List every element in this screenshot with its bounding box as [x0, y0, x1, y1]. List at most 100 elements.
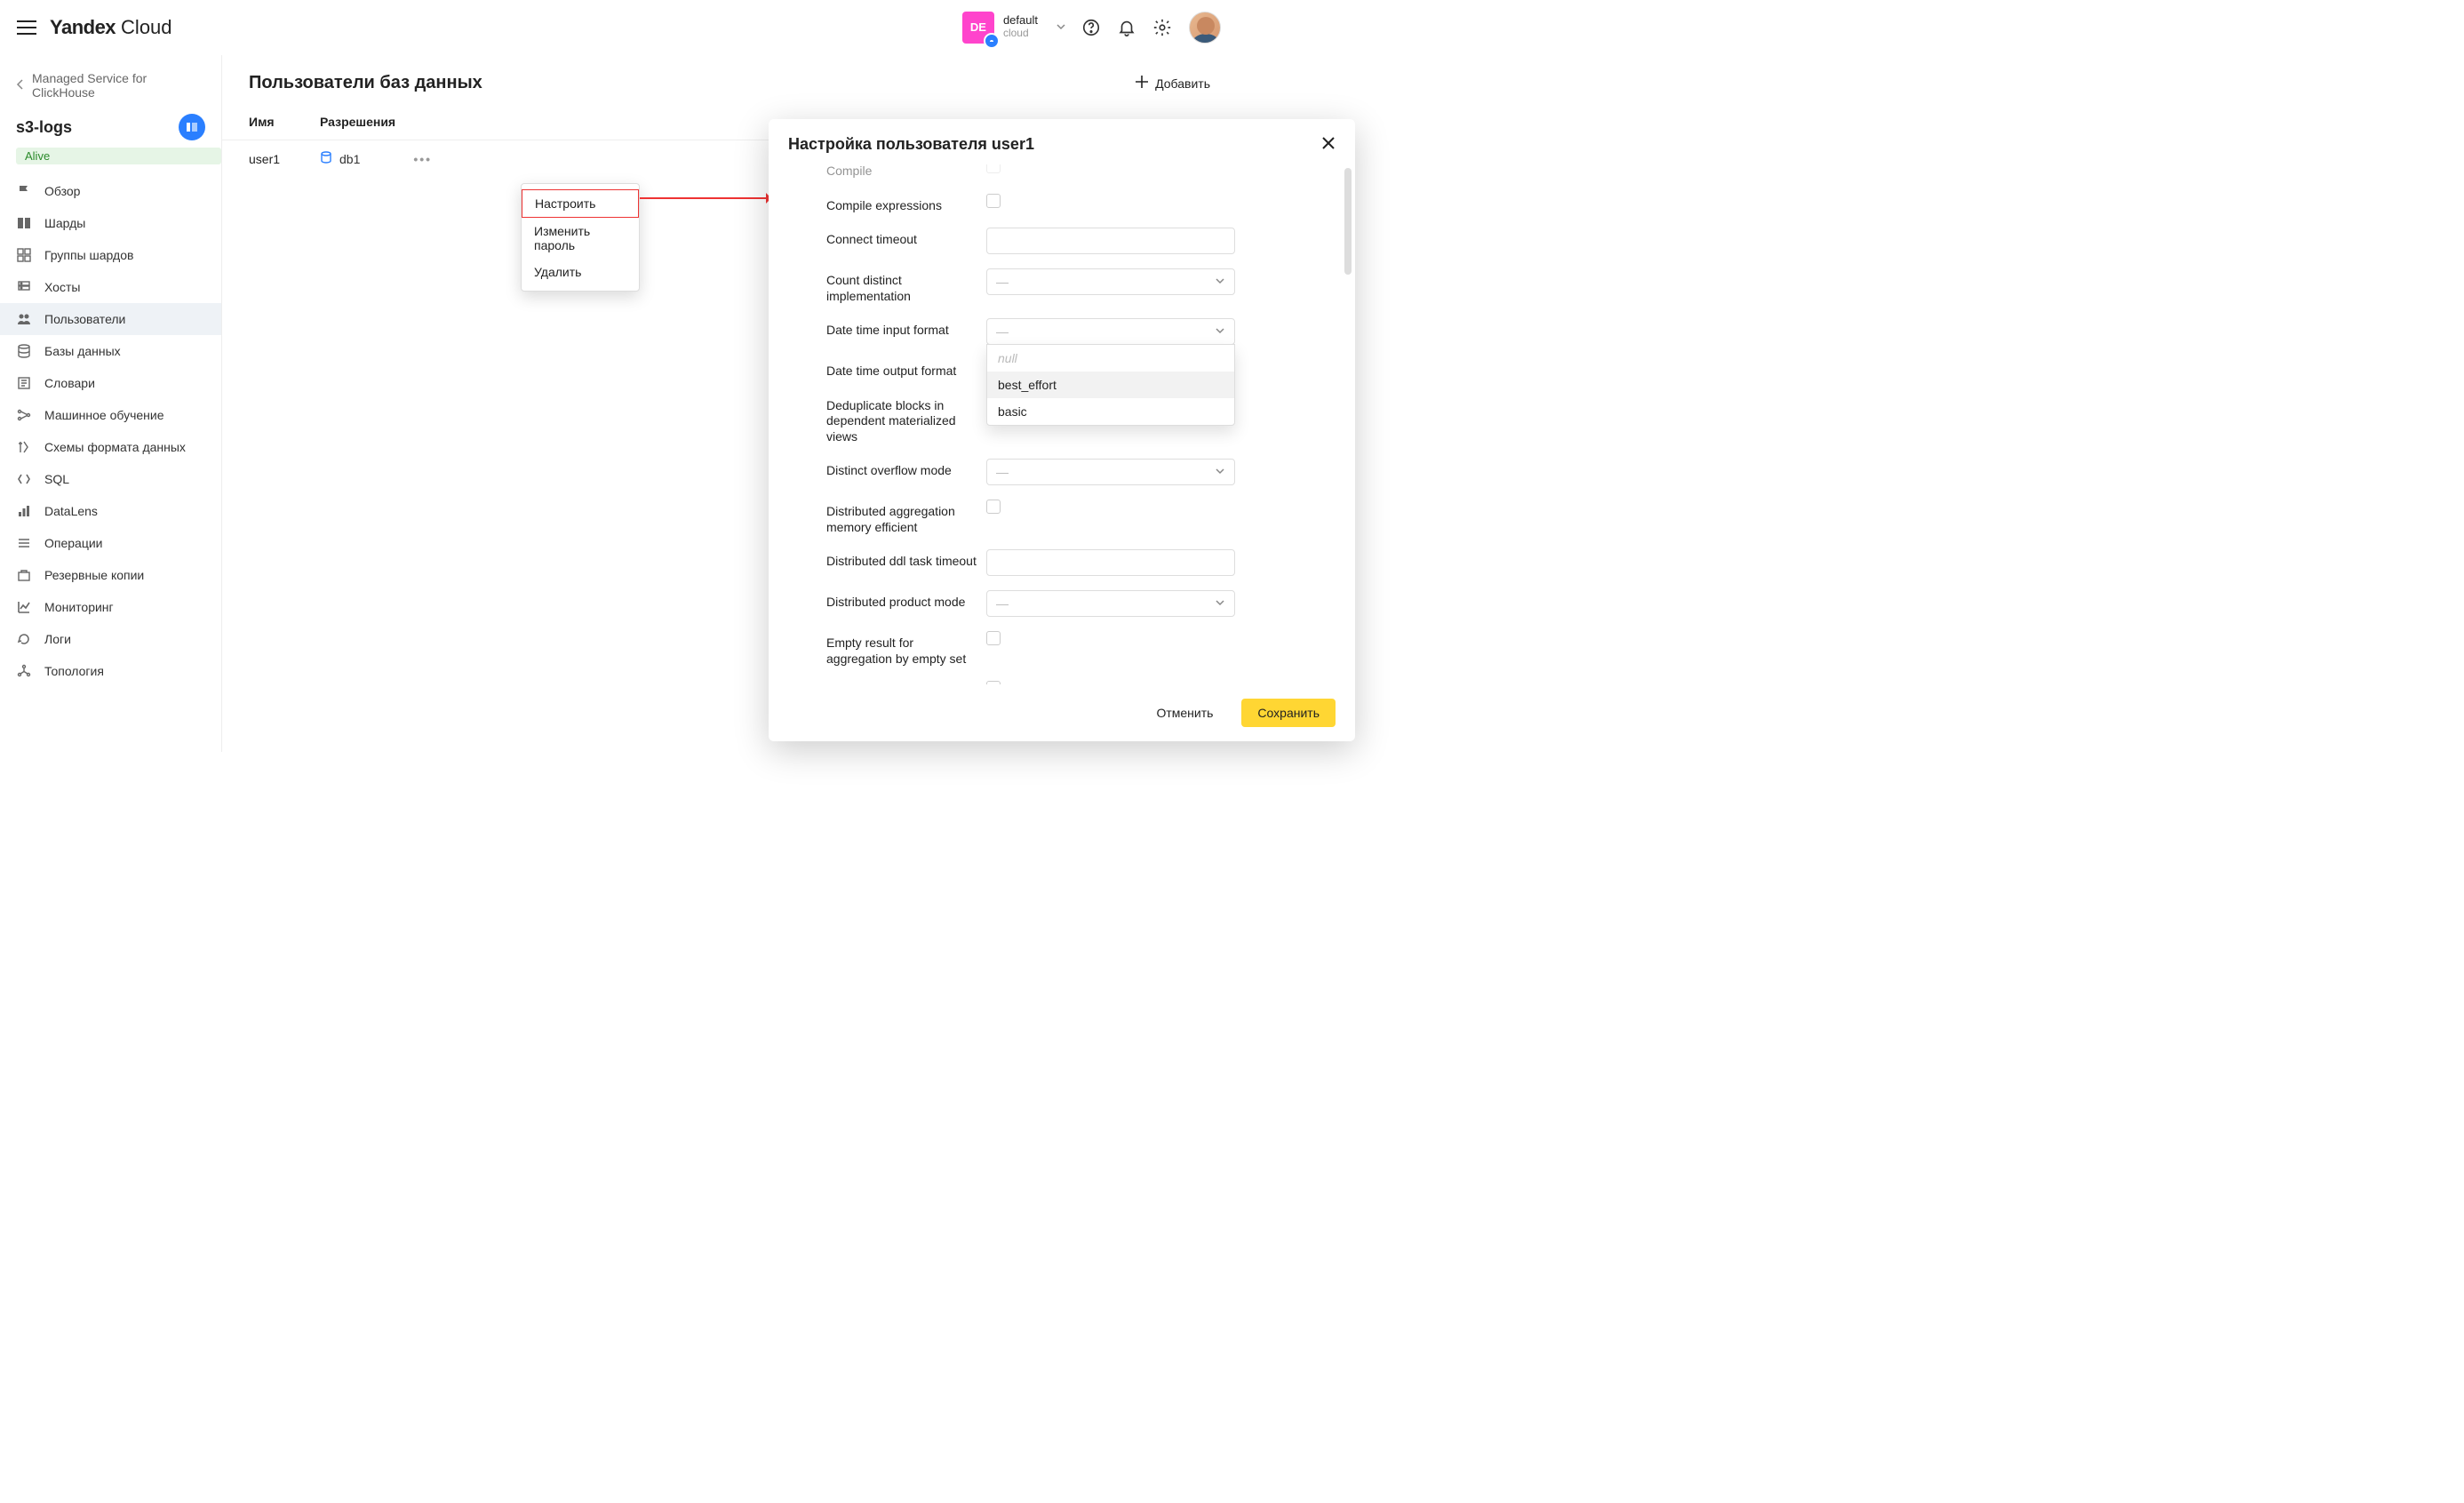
sidebar-item-label: Мониторинг — [44, 600, 114, 614]
ml-icon — [16, 408, 32, 422]
ctx-configure[interactable]: Настроить — [522, 189, 639, 218]
dd-best-effort[interactable]: best_effort — [987, 372, 1234, 398]
sidebar-item-2[interactable]: Группы шардов — [0, 239, 221, 271]
col-name: Имя — [249, 115, 302, 129]
schemas-icon — [16, 440, 32, 454]
sidebar-item-12[interactable]: Резервные копии — [0, 559, 221, 591]
close-icon[interactable] — [1321, 136, 1336, 154]
sidebar: Managed Service for ClickHouse s3-logs A… — [0, 55, 222, 752]
gear-icon[interactable] — [1144, 10, 1180, 45]
dd-basic[interactable]: basic — [987, 398, 1234, 425]
sidebar-item-3[interactable]: Хосты — [0, 271, 221, 303]
lbl-dt-input: Date time input format — [826, 318, 977, 339]
account-sub: cloud — [1003, 28, 1038, 40]
breadcrumb[interactable]: Managed Service for ClickHouse — [0, 62, 221, 108]
shard-groups-icon — [16, 248, 32, 262]
avatar[interactable] — [1189, 12, 1221, 44]
logo-yandex: Yandex — [50, 16, 116, 39]
dd-null[interactable]: null — [987, 345, 1234, 372]
status-badge: Alive — [16, 148, 221, 164]
sidebar-item-label: Резервные копии — [44, 568, 144, 582]
logo-cloud: Cloud — [121, 16, 171, 39]
sql-icon — [16, 472, 32, 486]
add-user-button[interactable]: Добавить — [1136, 76, 1210, 91]
sidebar-item-7[interactable]: Машинное обучение — [0, 399, 221, 431]
sidebar-item-11[interactable]: Операции — [0, 527, 221, 559]
sidebar-item-5[interactable]: Базы данных — [0, 335, 221, 367]
sidebar-item-15[interactable]: Топология — [0, 655, 221, 687]
select-placeholder: — — [996, 275, 1009, 289]
datalens-icon — [16, 504, 32, 518]
chevron-down-icon — [1056, 20, 1066, 35]
lbl-dedup: Deduplicate blocks in dependent material… — [826, 394, 977, 445]
sidebar-item-4[interactable]: Пользователи — [0, 303, 221, 335]
chk-dist-agg-mem[interactable] — [986, 500, 1001, 514]
lbl-http-comp: Enable http compression — [826, 681, 977, 684]
bell-icon[interactable] — [1109, 10, 1144, 45]
topology-icon — [16, 664, 32, 678]
select-count-distinct[interactable]: — — [986, 268, 1235, 295]
panel-title: Настройка пользователя user1 — [788, 135, 1034, 154]
hamburger-menu[interactable] — [9, 10, 44, 45]
chevron-down-icon — [1215, 324, 1225, 339]
page-title: Пользователи баз данных — [249, 73, 482, 93]
chk-compile-expressions[interactable] — [986, 194, 1001, 208]
scrollbar-thumb[interactable] — [1344, 168, 1352, 275]
select-distinct-overflow[interactable]: — — [986, 459, 1235, 485]
account-switcher[interactable]: DE default cloud — [955, 8, 1073, 47]
chk-compile[interactable] — [986, 164, 1001, 173]
row-more-button[interactable]: ••• — [413, 152, 432, 166]
sidebar-item-0[interactable]: Обзор — [0, 175, 221, 207]
sidebar-item-6[interactable]: Словари — [0, 367, 221, 399]
backups-icon — [16, 568, 32, 582]
ops-icon — [16, 536, 32, 550]
chk-empty-agg[interactable] — [986, 631, 1001, 645]
account-badge: DE — [962, 12, 994, 44]
account-badge-text: DE — [970, 20, 986, 34]
scrollbar[interactable] — [1344, 168, 1352, 622]
sidebar-item-label: Схемы формата данных — [44, 440, 186, 454]
dicts-icon — [16, 376, 32, 390]
account-name: default — [1003, 14, 1038, 28]
users-icon — [16, 312, 32, 326]
sidebar-item-1[interactable]: Шарды — [0, 207, 221, 239]
cancel-button[interactable]: Отменить — [1140, 699, 1229, 727]
databases-icon — [16, 344, 32, 358]
sidebar-item-10[interactable]: DataLens — [0, 495, 221, 527]
sidebar-item-label: Группы шардов — [44, 248, 133, 262]
save-button[interactable]: Сохранить — [1241, 699, 1336, 727]
lbl-distinct-overflow: Distinct overflow mode — [826, 459, 977, 479]
logs-icon — [16, 632, 32, 646]
cluster-indicator-icon[interactable] — [179, 114, 205, 140]
cell-db-name: db1 — [339, 152, 360, 166]
lbl-connect-timeout: Connect timeout — [826, 228, 977, 248]
input-dist-ddl-timeout[interactable] — [986, 549, 1235, 576]
select-dist-product[interactable]: — — [986, 590, 1235, 617]
lbl-empty-agg: Empty result for aggregation by empty se… — [826, 631, 977, 667]
chk-http-comp[interactable] — [986, 681, 1001, 684]
ctx-delete[interactable]: Удалить — [522, 259, 639, 285]
sidebar-item-label: Словари — [44, 376, 95, 390]
help-icon[interactable] — [1073, 10, 1109, 45]
chevron-down-icon — [1215, 275, 1225, 289]
sidebar-item-14[interactable]: Логи — [0, 623, 221, 655]
monitoring-icon — [16, 600, 32, 614]
input-connect-timeout[interactable] — [986, 228, 1235, 254]
context-menu: Настроить Изменить пароль Удалить — [521, 183, 640, 292]
sidebar-item-label: Машинное обучение — [44, 408, 164, 422]
select-placeholder: — — [996, 465, 1009, 479]
cluster-name: s3-logs — [16, 118, 72, 137]
sidebar-item-8[interactable]: Схемы формата данных — [0, 431, 221, 463]
select-dt-input[interactable]: — — [986, 318, 1235, 345]
plus-icon — [1136, 76, 1148, 91]
annotation-arrow — [640, 197, 775, 199]
sidebar-item-label: Пользователи — [44, 312, 125, 326]
breadcrumb-label: Managed Service for ClickHouse — [32, 71, 205, 100]
ctx-change-password[interactable]: Изменить пароль — [522, 218, 639, 259]
logo[interactable]: Yandex Cloud — [50, 16, 172, 39]
sidebar-item-label: SQL — [44, 472, 69, 486]
chevron-left-icon — [16, 78, 25, 92]
sidebar-item-9[interactable]: SQL — [0, 463, 221, 495]
sidebar-item-13[interactable]: Мониторинг — [0, 591, 221, 623]
cloud-indicator-icon — [984, 33, 1000, 49]
